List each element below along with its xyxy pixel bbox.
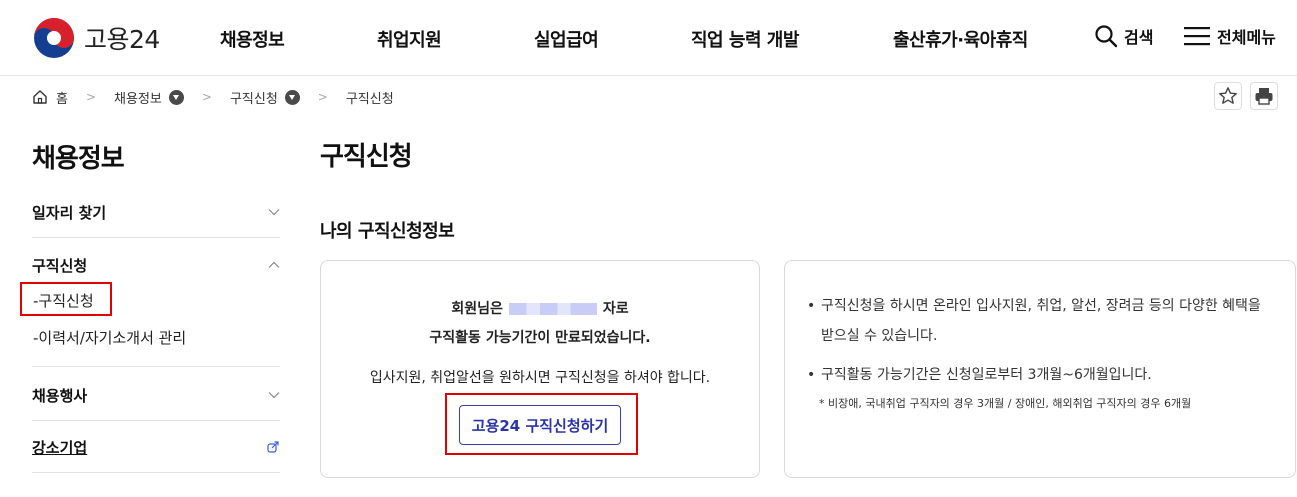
star-icon: [1219, 87, 1237, 104]
status-line-3: 입사지원, 취업알선을 원하시면 구직신청을 하셔야 합니다.: [369, 370, 711, 386]
sidebar-section-small-giant-companies[interactable]: 강소기업: [32, 435, 280, 473]
sidebar-title: 채용정보: [32, 144, 125, 174]
breadcrumb-separator-icon: >: [85, 90, 97, 104]
print-button[interactable]: [1250, 82, 1278, 110]
chevron-up-icon: [268, 261, 280, 268]
search-icon: [1095, 25, 1118, 48]
hamburger-menu-icon: [1184, 27, 1210, 46]
gnb-employment-support[interactable]: 취업지원: [377, 26, 442, 52]
external-link-icon: [267, 441, 279, 453]
sidebar-subitem-resume-management[interactable]: -이력서/자기소개서 관리: [33, 327, 186, 348]
status-line-2: 구직활동 가능기간이 만료되었습니다.: [429, 330, 651, 346]
gnb-job-info[interactable]: 채용정보: [220, 26, 285, 52]
breadcrumb-level2[interactable]: 구직신청: [230, 88, 278, 107]
all-menu-label: 전체메뉴: [1217, 28, 1276, 47]
sidebar-section-label: 채용행사: [32, 386, 88, 405]
printer-icon: [1255, 88, 1273, 105]
section-title: 나의 구직신청정보: [320, 221, 455, 242]
search-button[interactable]: 검색: [1094, 24, 1153, 48]
home-icon[interactable]: [32, 89, 48, 105]
sidebar-section-job-search[interactable]: 일자리 찾기: [32, 200, 280, 238]
site-logo[interactable]: 고용24: [32, 16, 160, 60]
highlight-box-sidebar: [20, 282, 112, 316]
info-bullet: • 구직활동 가능기간은 신청일로부터 3개월~6개월입니다.: [807, 367, 1152, 383]
page-title: 구직신청: [320, 142, 413, 172]
search-label: 검색: [1124, 28, 1154, 47]
application-info-card: • 구직신청을 하시면 온라인 입사지원, 취업, 알선, 장려금 등의 다양한 …: [784, 260, 1296, 478]
gnb-vocational-training[interactable]: 직업 능력 개발: [691, 26, 799, 52]
breadcrumb-level1[interactable]: 채용정보: [114, 88, 162, 107]
gnb-maternity-leave[interactable]: 출산휴가·육아휴직: [893, 26, 1028, 52]
sidebar-section-label: 일자리 찾기: [32, 203, 107, 222]
info-note: * 비장애, 국내취업 구직자의 경우 3개월 / 장애인, 해외취업 구직자의…: [819, 397, 1192, 410]
status-line-1: 회원님은 자로: [321, 298, 759, 318]
site-header: 고용24 채용정보 취업지원 실업급여 직업 능력 개발 출산휴가·육아휴직 검…: [0, 0, 1297, 76]
breadcrumb-home[interactable]: 홈: [56, 88, 68, 107]
sidebar-section-label: 구직신청: [32, 256, 88, 275]
info-bullet-text: 구직신청을 하시면 온라인 입사지원, 취업, 알선, 장려금 등의 다양한 혜…: [821, 298, 1261, 344]
breadcrumb: 홈 > 채용정보 > 구직신청 > 구직신청: [32, 86, 394, 108]
taegeuk-logo-icon: [34, 18, 74, 58]
breadcrumb-separator-icon: >: [317, 90, 328, 104]
status-line-1-prefix: 회원님은: [451, 301, 503, 317]
breadcrumb-dropdown-icon[interactable]: [284, 89, 300, 105]
sidebar-section-job-fair[interactable]: 채용행사: [32, 383, 280, 421]
gnb-unemployment-benefits[interactable]: 실업급여: [534, 26, 599, 52]
chevron-down-icon: [268, 392, 280, 399]
logo-text: 고용24: [84, 25, 160, 54]
breadcrumb-current: 구직신청: [345, 91, 394, 107]
redacted-member-type: [508, 303, 597, 315]
bookmark-button[interactable]: [1214, 82, 1242, 110]
breadcrumb-dropdown-icon[interactable]: [168, 89, 184, 105]
info-bullet-text: 구직활동 가능기간은 신청일로부터 3개월~6개월입니다.: [821, 367, 1152, 383]
all-menu-button[interactable]: 전체메뉴: [1183, 24, 1276, 48]
chevron-down-icon: [268, 209, 280, 216]
breadcrumb-separator-icon: >: [201, 90, 212, 104]
info-bullet: • 구직신청을 하시면 온라인 입사지원, 취업, 알선, 장려금 등의 다양한 …: [807, 298, 1261, 344]
highlight-box-button: [445, 393, 638, 455]
status-line-1-suffix: 자로: [602, 301, 629, 317]
sidebar-section-label: 강소기업: [32, 438, 88, 457]
